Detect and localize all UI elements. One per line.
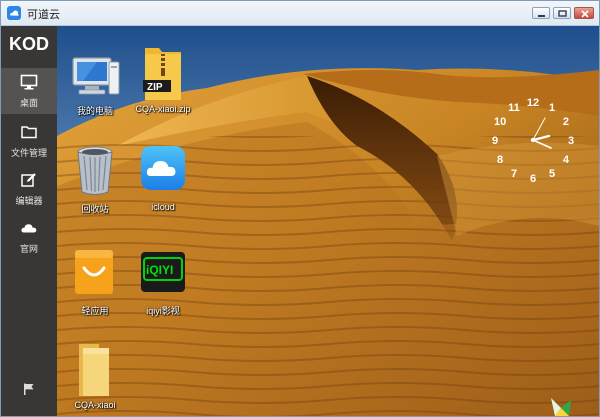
clock-number: 6: [530, 173, 536, 185]
clock-number: 5: [549, 168, 555, 180]
sidebar-item-desktop[interactable]: 桌面: [1, 68, 57, 114]
icloud-icon: [141, 146, 185, 190]
close-icon: [581, 10, 589, 18]
shopping-bag-icon: [75, 250, 113, 294]
desktop-icon-label: CQA-xiaoi: [74, 400, 116, 410]
kod-logo: KOD: [9, 34, 49, 54]
clock-number: 2: [563, 116, 569, 128]
flag-icon[interactable]: [22, 382, 36, 396]
app-window: 可道云 KOD 桌面 文件管理 编辑器 官网 我的电脑 ZIP CQA-xiao…: [0, 0, 600, 417]
window-title: 可道云: [27, 9, 60, 21]
iqiyi-badge-text: iQIYI: [146, 263, 173, 277]
iqiyi-icon: iQIYI: [141, 252, 185, 292]
clock-number: 9: [492, 135, 498, 147]
app-client-area: KOD 桌面 文件管理 编辑器 官网 我的电脑 ZIP CQA-xiaoi.zi…: [1, 26, 599, 416]
minimize-icon: [538, 15, 545, 17]
computer-icon: [72, 57, 120, 95]
kod-app-icon: [7, 6, 21, 20]
monitor-icon: [20, 74, 38, 90]
sidebar-item-label: 官网: [19, 244, 38, 254]
clock-number: 8: [497, 154, 503, 166]
clock-number: 4: [563, 154, 570, 166]
desktop-icon-icloud[interactable]: icloud: [123, 136, 203, 220]
desktop-area: 我的电脑 ZIP CQA-xiaoi.zip 回收站 icloud 轻应用 iQ…: [57, 26, 599, 416]
maximize-button[interactable]: [553, 7, 571, 19]
edit-icon: [21, 173, 36, 187]
zip-badge-text: ZIP: [147, 82, 163, 93]
sidebar-item-file-manager[interactable]: 文件管理: [1, 118, 57, 164]
corner-logo-icon: [551, 398, 571, 416]
desktop-icon-folder[interactable]: CQA-xiaoi: [57, 334, 135, 416]
close-button[interactable]: [574, 7, 594, 19]
sidebar-item-website[interactable]: 官网: [1, 214, 57, 260]
clock-number: 7: [511, 168, 517, 180]
sidebar-item-editor[interactable]: 编辑器: [1, 166, 57, 212]
recycle-bin-icon: [77, 146, 113, 195]
zip-folder-icon: ZIP: [143, 48, 181, 100]
clock-number: 3: [568, 135, 574, 147]
sidebar-item-label: 文件管理: [10, 148, 47, 158]
desktop-icon-zip-file[interactable]: ZIP CQA-xiaoi.zip: [123, 38, 203, 122]
folder-icon: [79, 344, 109, 396]
desktop-icon-label: CQA-xiaoi.zip: [135, 104, 191, 114]
clock-center: [530, 137, 536, 143]
cloud-icon: [21, 224, 37, 233]
sidebar: KOD 桌面 文件管理 编辑器 官网: [1, 26, 57, 416]
sidebar-item-label: 编辑器: [15, 196, 43, 206]
maximize-icon: [558, 10, 567, 17]
clock-widget[interactable]: 12 12 3 45 6 78 9 1011: [483, 90, 583, 190]
folder-icon: [21, 126, 37, 139]
title-bar[interactable]: 可道云: [1, 1, 599, 26]
desktop-icon-label: icloud: [151, 202, 175, 212]
clock-number: 12: [527, 97, 539, 109]
sidebar-item-label: 桌面: [19, 98, 38, 108]
desktop-icon-label: iqiyi影视: [146, 306, 180, 316]
clock-number: 11: [508, 102, 520, 114]
clock-number: 1: [549, 102, 555, 114]
clock-minute-hand: [532, 139, 552, 149]
desktop-icon-iqiyi[interactable]: iQIYI iqiyi影视: [123, 238, 203, 322]
clock-number: 10: [494, 116, 506, 128]
minimize-button[interactable]: [532, 7, 550, 19]
